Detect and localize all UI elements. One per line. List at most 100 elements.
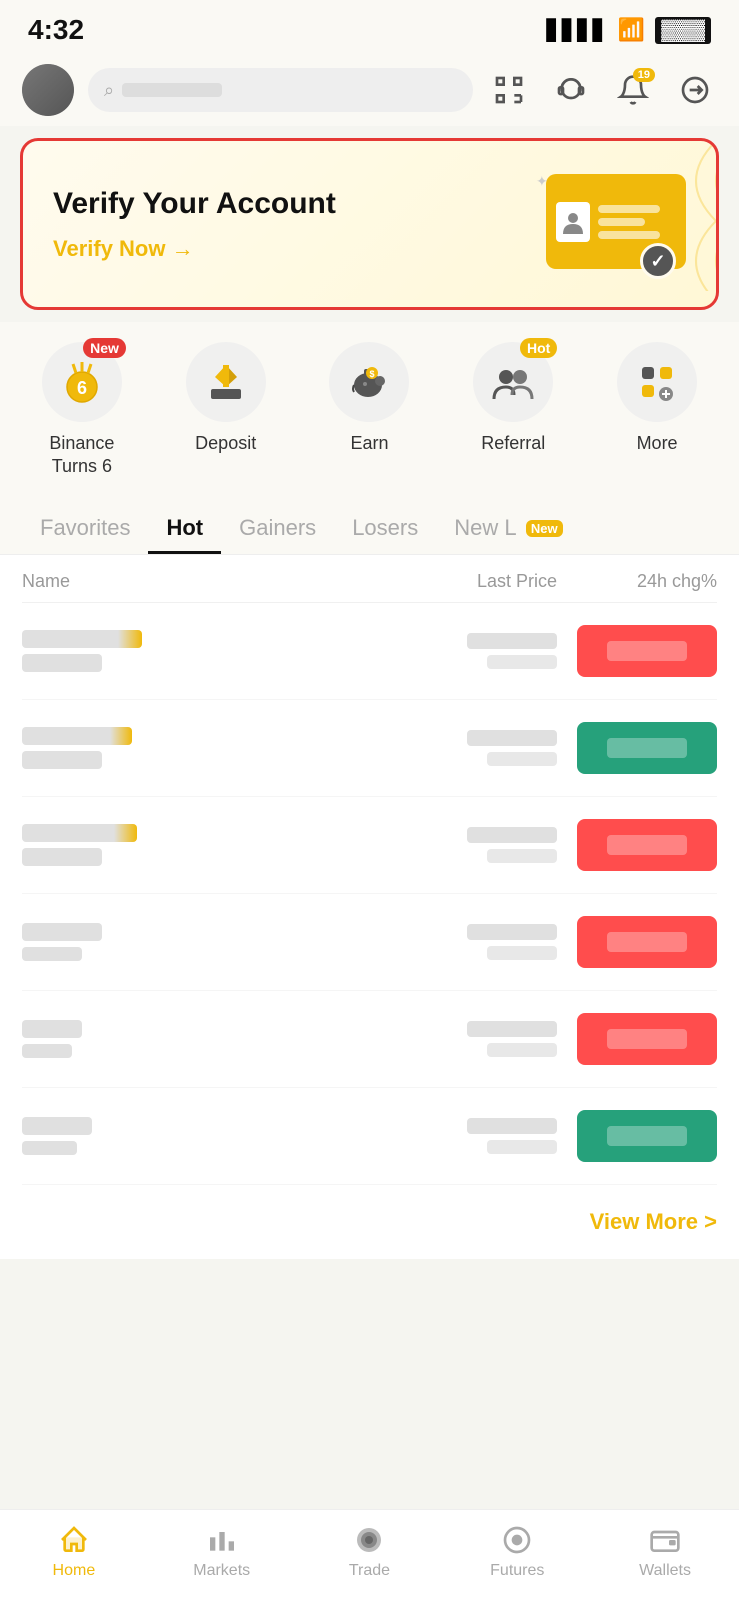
table-row[interactable] xyxy=(22,603,717,700)
row-price xyxy=(377,827,557,863)
nav-futures-label: Futures xyxy=(490,1562,544,1580)
exchange-icon xyxy=(679,74,711,106)
row-name xyxy=(22,1117,377,1155)
view-more-row: View More > xyxy=(0,1185,739,1259)
trade-button[interactable] xyxy=(673,68,717,112)
wifi-icon: 📶 xyxy=(618,17,645,43)
table-header: Name Last Price 24h chg% xyxy=(22,555,717,603)
header-name: Name xyxy=(22,571,377,592)
row-change xyxy=(557,1110,717,1162)
battery-icon: ▓▓▓ xyxy=(655,17,711,44)
nav-icons: 19 xyxy=(487,68,717,112)
row-change xyxy=(557,722,717,774)
home-icon xyxy=(58,1524,90,1556)
support-button[interactable] xyxy=(549,68,593,112)
nav-futures[interactable]: Futures xyxy=(457,1524,577,1580)
table-row[interactable] xyxy=(22,991,717,1088)
hot-badge: Hot xyxy=(520,338,557,358)
market-table: Name Last Price 24h chg% xyxy=(0,555,739,1185)
table-row[interactable] xyxy=(22,700,717,797)
action-binance-turns[interactable]: New 6 BinanceTurns 6 xyxy=(22,342,142,479)
action-label-binance: BinanceTurns 6 xyxy=(49,432,114,479)
nav-trade-label: Trade xyxy=(349,1562,390,1580)
tab-losers[interactable]: Losers xyxy=(334,505,436,554)
action-label-deposit: Deposit xyxy=(195,432,256,455)
avatar[interactable] xyxy=(22,64,74,116)
verify-now-link[interactable]: Verify Now → xyxy=(53,236,526,262)
row-change xyxy=(557,625,717,677)
quick-actions: New 6 BinanceTurns 6 Deposit xyxy=(0,322,739,489)
verify-title: Verify Your Account xyxy=(53,186,526,222)
search-bar[interactable]: ⌕ xyxy=(88,68,473,112)
header-change: 24h chg% xyxy=(557,571,717,592)
tab-new-listings[interactable]: New L New xyxy=(436,505,580,554)
action-more[interactable]: More xyxy=(597,342,717,479)
nav-home[interactable]: Home xyxy=(14,1524,134,1580)
nav-markets[interactable]: Markets xyxy=(162,1524,282,1580)
scan-button[interactable] xyxy=(487,68,531,112)
new-listings-badge: New xyxy=(526,520,563,537)
nav-markets-label: Markets xyxy=(193,1562,250,1580)
headset-icon xyxy=(555,74,587,106)
action-label-referral: Referral xyxy=(481,432,545,455)
binance-turns-icon: 6 xyxy=(59,359,105,405)
row-price xyxy=(377,1021,557,1057)
row-name xyxy=(22,630,377,672)
verify-image: ✦ ✧ ✓ xyxy=(526,169,686,279)
tab-favorites[interactable]: Favorites xyxy=(22,505,148,554)
verify-banner[interactable]: Verify Your Account Verify Now → ✦ ✧ ✓ xyxy=(20,138,719,310)
action-label-more: More xyxy=(637,432,678,455)
id-card-photo xyxy=(556,202,590,242)
row-change xyxy=(557,1013,717,1065)
scan-icon xyxy=(493,74,525,106)
action-icon-deposit xyxy=(186,342,266,422)
row-price xyxy=(377,1118,557,1154)
row-price xyxy=(377,924,557,960)
action-earn[interactable]: $ Earn xyxy=(309,342,429,479)
view-more-button[interactable]: View More > xyxy=(590,1209,717,1234)
search-placeholder xyxy=(122,83,222,97)
svg-text:6: 6 xyxy=(77,378,87,398)
action-icon-binance: New 6 xyxy=(42,342,122,422)
notification-badge: 19 xyxy=(633,68,655,82)
nav-home-label: Home xyxy=(53,1562,96,1580)
nav-wallets[interactable]: Wallets xyxy=(605,1524,725,1580)
trade-icon xyxy=(353,1524,385,1556)
new-badge: New xyxy=(83,338,126,358)
verify-text: Verify Your Account Verify Now → xyxy=(53,186,526,262)
action-icon-earn: $ xyxy=(329,342,409,422)
status-bar: 4:32 ▋▋▋▋ 📶 ▓▓▓ xyxy=(0,0,739,54)
nav-trade[interactable]: Trade xyxy=(309,1524,429,1580)
table-row[interactable] xyxy=(22,1088,717,1185)
notification-button[interactable]: 19 xyxy=(611,68,655,112)
status-time: 4:32 xyxy=(28,14,84,46)
svg-text:$: $ xyxy=(370,369,375,379)
table-row[interactable] xyxy=(22,797,717,894)
search-icon: ⌕ xyxy=(104,80,114,101)
row-change xyxy=(557,916,717,968)
action-deposit[interactable]: Deposit xyxy=(166,342,286,479)
earn-icon: $ xyxy=(346,359,392,405)
tab-hot[interactable]: Hot xyxy=(148,505,221,554)
nav-wallets-label: Wallets xyxy=(639,1562,691,1580)
bottom-nav: Home Markets Trade Futures Wallets xyxy=(0,1509,739,1600)
id-card-lines xyxy=(598,205,676,239)
tab-gainers[interactable]: Gainers xyxy=(221,505,334,554)
row-price xyxy=(377,730,557,766)
action-referral[interactable]: Hot Referral xyxy=(453,342,573,479)
action-label-earn: Earn xyxy=(350,432,388,455)
signal-icon: ▋▋▋▋ xyxy=(546,18,608,43)
futures-icon xyxy=(501,1524,533,1556)
header-price: Last Price xyxy=(377,571,557,592)
row-name xyxy=(22,727,377,769)
check-badge: ✓ xyxy=(640,243,676,279)
markets-icon xyxy=(206,1524,238,1556)
row-change xyxy=(557,819,717,871)
market-tabs: Favorites Hot Gainers Losers New L New xyxy=(0,489,739,555)
referral-icon xyxy=(490,359,536,405)
action-icon-referral: Hot xyxy=(473,342,553,422)
row-name xyxy=(22,824,377,866)
row-name xyxy=(22,1020,377,1058)
more-icon xyxy=(634,359,680,405)
table-row[interactable] xyxy=(22,894,717,991)
